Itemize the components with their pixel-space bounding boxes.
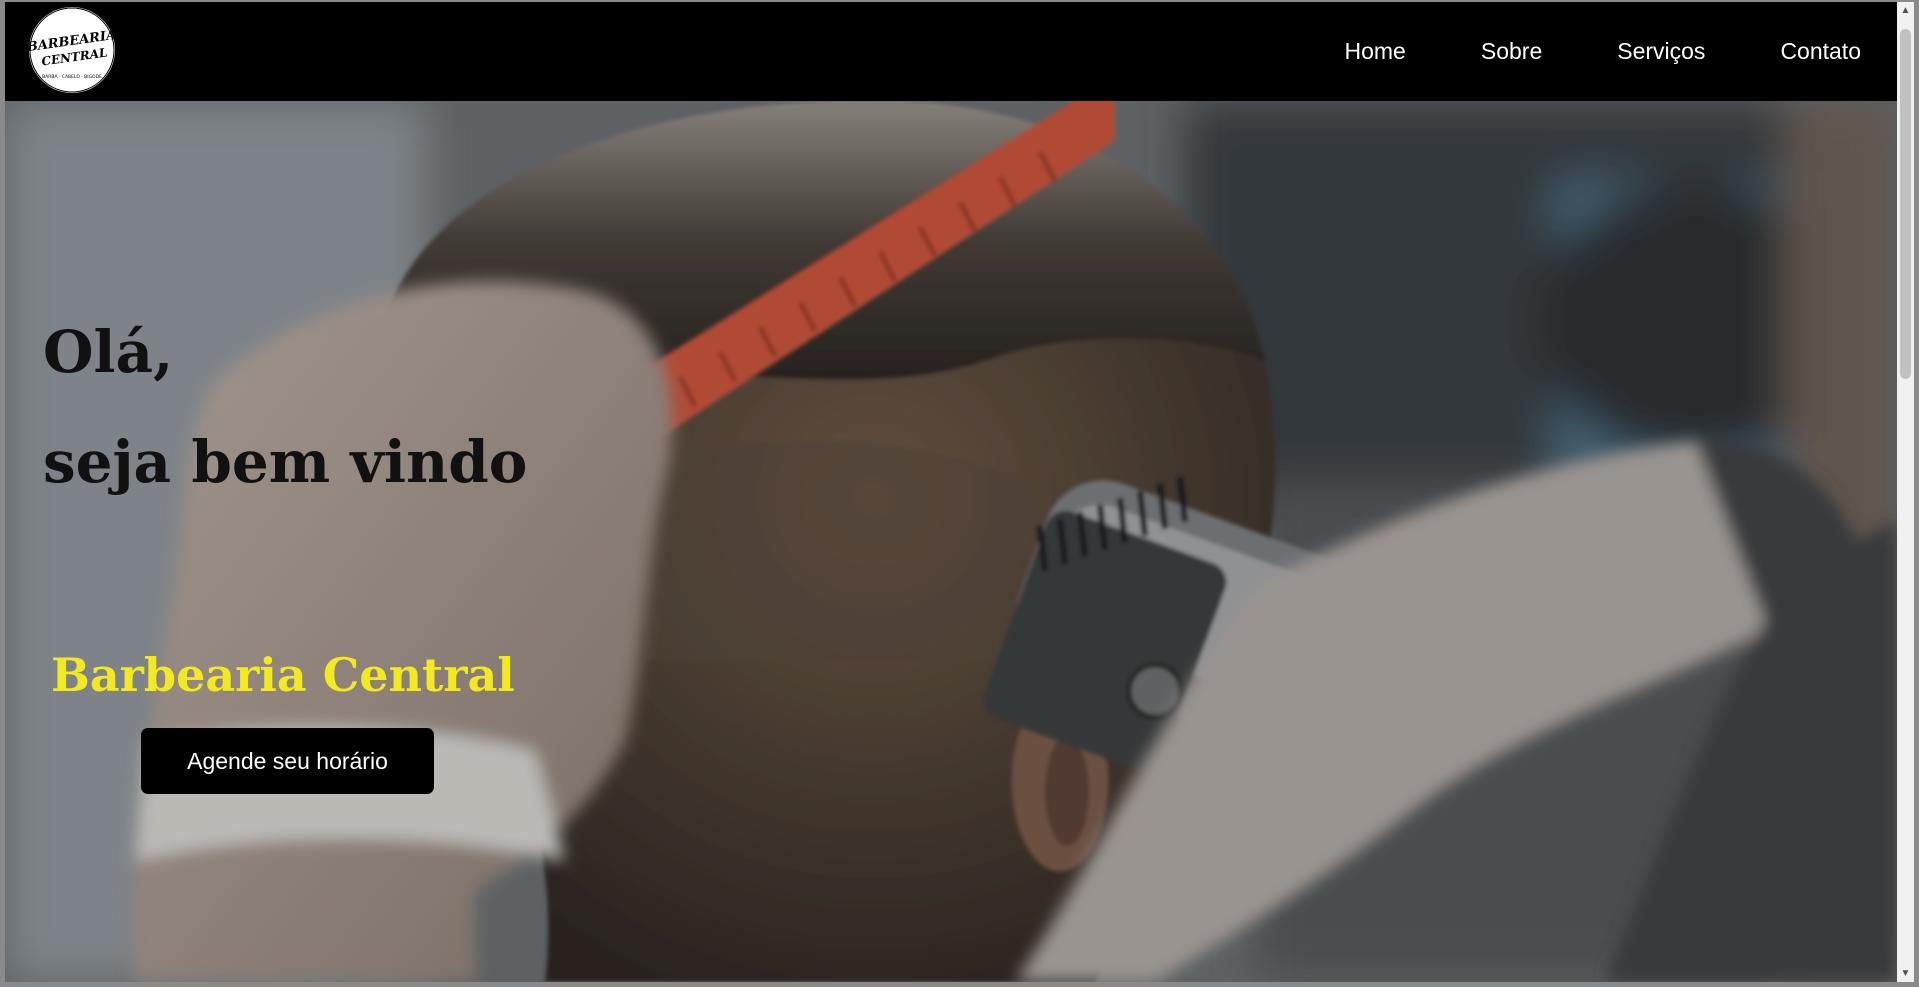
browser-frame: BARBEARIA CENTRAL BARBA · CABELO · BIGOD…	[0, 0, 1919, 987]
logo-tagline-text: BARBA · CABELO · BIGODE	[42, 74, 102, 80]
arrow-up-icon[interactable]: ▲	[1897, 2, 1914, 19]
book-appointment-button[interactable]: Agende seu horário	[141, 728, 434, 794]
nav-servicos-link[interactable]: Serviços	[1617, 38, 1705, 65]
nav-contato-link[interactable]: Contato	[1780, 38, 1861, 65]
scrollbar-thumb[interactable]	[1900, 29, 1911, 379]
site-header: BARBEARIA CENTRAL BARBA · CABELO · BIGOD…	[5, 2, 1897, 101]
nav-sobre-link[interactable]: Sobre	[1481, 38, 1542, 65]
logo-emblem-icon: BARBEARIA CENTRAL BARBA · CABELO · BIGOD…	[29, 7, 115, 93]
hero-brand-name: Barbearia Central	[51, 648, 515, 702]
barber-haircut-photo	[5, 101, 1897, 982]
page-viewport: BARBEARIA CENTRAL BARBA · CABELO · BIGOD…	[5, 2, 1897, 982]
vertical-scrollbar[interactable]: ▲ ▼	[1897, 2, 1914, 982]
hero-section: Olá, seja bem vindo Barbearia Central Ag…	[5, 101, 1897, 982]
nav-home-link[interactable]: Home	[1345, 38, 1406, 65]
hero-greeting-line2: seja bem vindo	[43, 428, 528, 496]
site-logo[interactable]: BARBEARIA CENTRAL BARBA · CABELO · BIGOD…	[29, 7, 115, 93]
arrow-down-icon[interactable]: ▼	[1897, 965, 1914, 982]
main-nav: Home Sobre Serviços Contato	[1270, 2, 1862, 101]
hero-greeting-line1: Olá,	[43, 318, 174, 386]
